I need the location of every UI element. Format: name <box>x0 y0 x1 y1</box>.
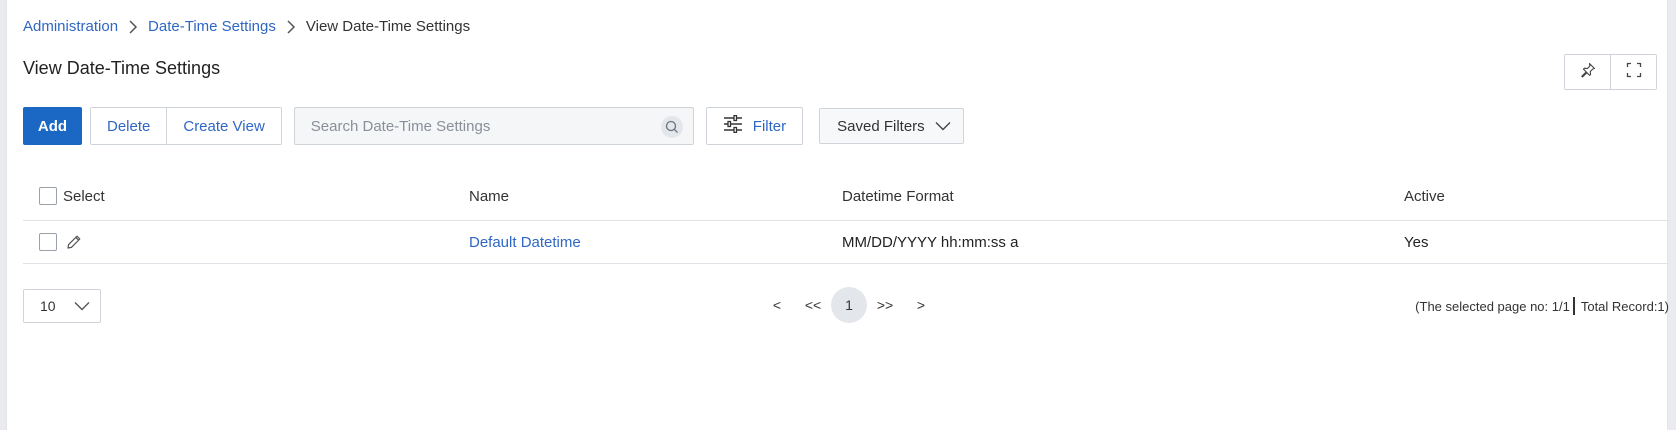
data-table: Select Name Datetime Format Active Defau… <box>23 172 1669 264</box>
page-number-button[interactable]: 1 <box>831 287 867 323</box>
divider <box>1572 297 1575 315</box>
action-button-group: Delete Create View <box>90 107 282 145</box>
header-select-label: Select <box>63 187 105 205</box>
pin-icon <box>1580 62 1596 83</box>
header-name[interactable]: Name <box>469 172 509 220</box>
search-box <box>293 107 694 145</box>
saved-filters-label: Saved Filters <box>837 117 925 135</box>
row-checkbox[interactable] <box>39 233 57 251</box>
header-select: Select <box>39 172 105 220</box>
fullscreen-button[interactable] <box>1610 55 1656 89</box>
page-title: View Date-Time Settings <box>23 58 221 78</box>
delete-button[interactable]: Delete <box>91 108 167 144</box>
header-active[interactable]: Active <box>1404 172 1445 220</box>
chevron-right-icon <box>276 19 306 34</box>
table-row: Default Datetime MM/DD/YYYY hh:mm:ss a Y… <box>23 221 1669 264</box>
row-name-link[interactable]: Default Datetime <box>469 221 581 263</box>
row-select <box>39 221 83 263</box>
select-all-checkbox[interactable] <box>39 187 57 205</box>
prev-page-button[interactable]: < <box>759 287 795 323</box>
pagination: < << 1 >> > <box>759 287 939 323</box>
app-frame: Administration Date-Time Settings View D… <box>6 0 1669 430</box>
search-icon[interactable] <box>660 116 683 138</box>
row-datetime-format: MM/DD/YYYY hh:mm:ss a <box>842 233 1019 251</box>
chevron-down-icon <box>74 298 90 314</box>
page-size-value: 10 <box>40 298 56 314</box>
chevron-right-icon <box>118 19 148 34</box>
pencil-icon[interactable] <box>65 233 83 251</box>
table-header: Select Name Datetime Format Active <box>23 172 1669 221</box>
pin-button[interactable] <box>1565 55 1610 89</box>
view-tools <box>1564 54 1657 90</box>
filter-label: Filter <box>752 117 787 135</box>
header-datetime-format[interactable]: Datetime Format <box>842 172 954 220</box>
page-info: (The selected page no: 1/1 Total Record:… <box>1415 289 1669 323</box>
breadcrumb: Administration Date-Time Settings View D… <box>23 18 470 35</box>
create-view-button[interactable]: Create View <box>166 108 281 144</box>
toolbar: Add Delete Create View Search Date-Time … <box>23 107 964 145</box>
total-record-text: Total Record:1) <box>1580 298 1669 314</box>
add-button[interactable]: Add <box>23 107 82 145</box>
breadcrumb-date-time-settings[interactable]: Date-Time Settings <box>148 18 276 35</box>
filter-button[interactable]: Filter <box>705 107 804 145</box>
page-size-select[interactable]: 10 <box>23 289 101 323</box>
search-input[interactable] <box>294 108 693 144</box>
saved-filters-dropdown[interactable]: Saved Filters <box>819 108 964 144</box>
table-footer: 10 < << 1 >> > (The selected page no: 1/… <box>23 287 1669 325</box>
first-page-button[interactable]: << <box>795 287 831 323</box>
breadcrumb-administration[interactable]: Administration <box>23 18 118 35</box>
row-active: Yes <box>1404 233 1429 251</box>
sliders-icon <box>723 114 743 137</box>
chevron-down-icon <box>935 118 951 135</box>
last-page-button[interactable]: >> <box>867 287 903 323</box>
breadcrumb-current: View Date-Time Settings <box>305 18 471 35</box>
selected-page-text: (The selected page no: 1/1 <box>1415 298 1570 314</box>
next-page-button[interactable]: > <box>903 287 939 323</box>
fullscreen-icon <box>1626 62 1642 83</box>
